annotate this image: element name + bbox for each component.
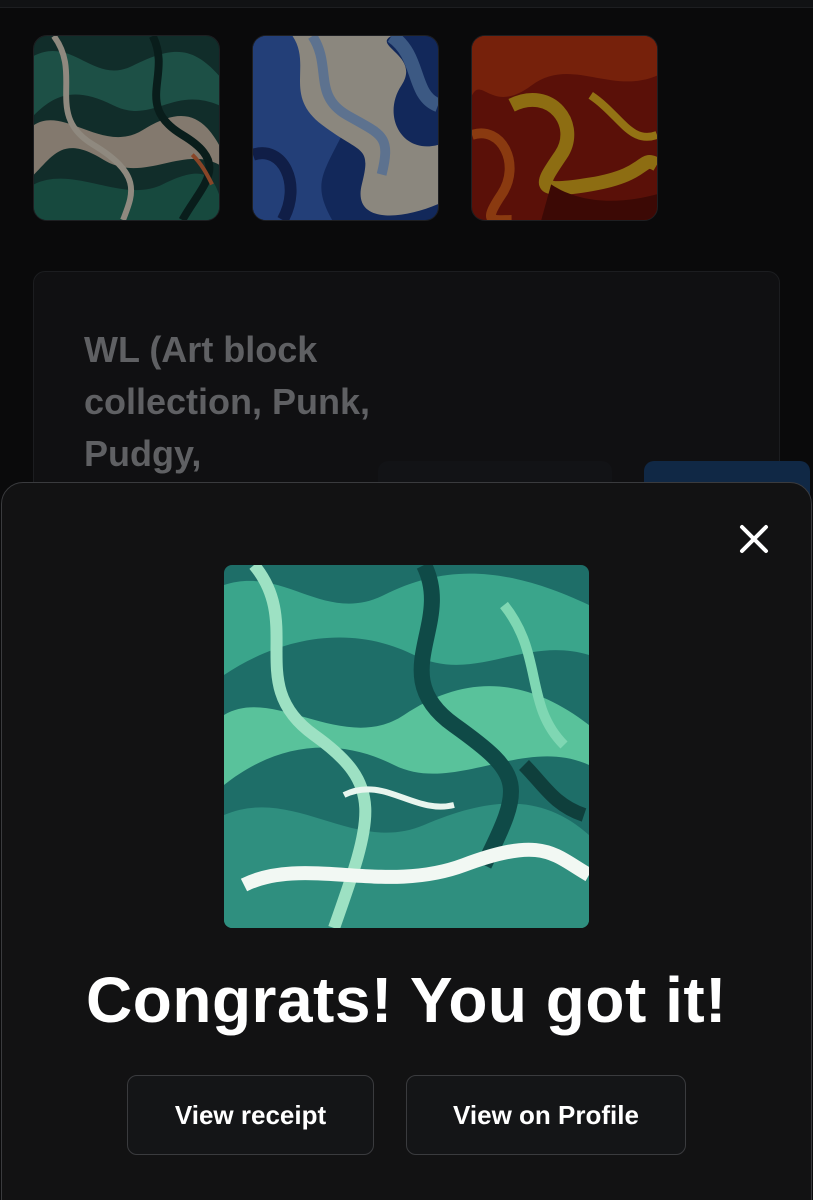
collection-card-text: WL (Art block collection, Punk, Pudgy,	[84, 329, 371, 474]
thumbnail-blue-marble[interactable]	[252, 35, 439, 221]
thumbnail-teal-marble[interactable]	[33, 35, 220, 221]
thumbnail-overlay	[253, 36, 438, 220]
nft-drop-page: WL (Art block collection, Punk, Pudgy, C…	[0, 0, 813, 1200]
thumbnail-overlay	[34, 36, 219, 220]
thumbnail-red-marble[interactable]	[471, 35, 658, 221]
close-button[interactable]	[728, 513, 780, 565]
view-receipt-button[interactable]: View receipt	[127, 1075, 374, 1155]
success-title: Congrats! You got it!	[86, 964, 727, 1036]
marble-green-artwork-icon	[224, 565, 589, 928]
view-on-profile-button[interactable]: View on Profile	[406, 1075, 686, 1155]
thumbnail-overlay	[472, 36, 657, 220]
purchased-artwork	[224, 565, 589, 928]
close-icon	[740, 525, 768, 553]
top-divider	[0, 0, 813, 8]
